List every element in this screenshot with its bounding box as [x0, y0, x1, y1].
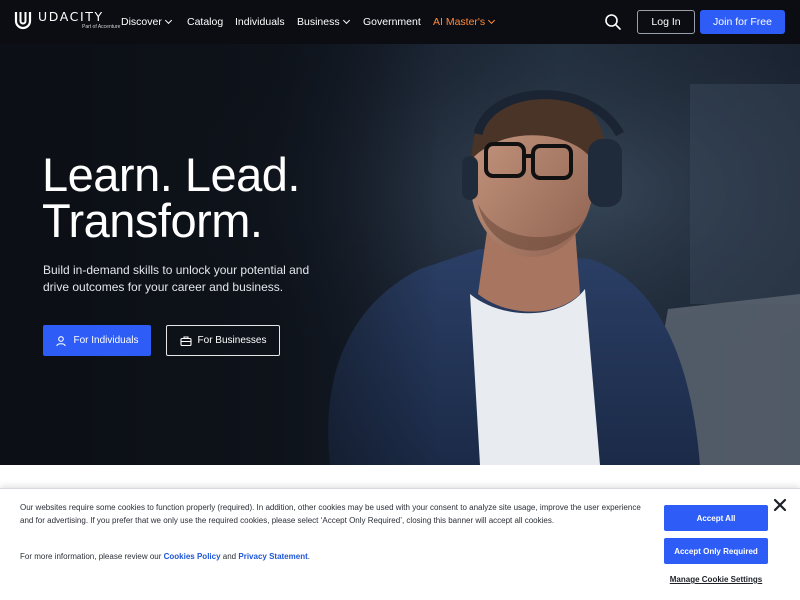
- cookie-and-text: and: [222, 552, 237, 561]
- search-icon[interactable]: [604, 13, 622, 31]
- cookie-period: .: [307, 552, 310, 561]
- nav-catalog[interactable]: Catalog: [187, 0, 223, 44]
- top-nav: UDACITY Part of Accenture Discover Catal…: [0, 0, 800, 44]
- logo-tagline: Part of Accenture: [82, 24, 121, 30]
- cookie-info-line: For more information, please review our …: [20, 551, 310, 563]
- manage-cookie-settings-link[interactable]: Manage Cookie Settings: [664, 575, 768, 584]
- hero-title-line2: Transform.: [42, 194, 263, 247]
- briefcase-icon: [179, 335, 192, 346]
- hero-section: Learn. Lead. Transform. Build in-demand …: [0, 44, 800, 465]
- accept-only-required-button[interactable]: Accept Only Required: [664, 538, 768, 564]
- nav-discover-label: Discover: [121, 16, 162, 28]
- udacity-logo-icon: [14, 12, 32, 30]
- for-individuals-button[interactable]: For Individuals: [43, 325, 151, 356]
- for-businesses-label: For Businesses: [197, 335, 267, 346]
- hero-title: Learn. Lead. Transform.: [42, 148, 300, 247]
- nav-ai-masters-label: AI Master's: [433, 16, 486, 28]
- nav-discover[interactable]: Discover: [121, 0, 172, 44]
- cookie-banner: Our websites require some cookies to fun…: [0, 488, 800, 600]
- chevron-down-icon: [488, 16, 496, 25]
- udacity-logo[interactable]: UDACITY Part of Accenture: [14, 10, 120, 31]
- user-icon: [56, 335, 67, 346]
- nav-catalog-label: Catalog: [187, 16, 224, 28]
- hero-title-line1: Learn. Lead.: [42, 148, 300, 201]
- chevron-down-icon: [164, 16, 172, 25]
- nav-business[interactable]: Business: [297, 0, 350, 44]
- cookies-policy-link[interactable]: Cookies Policy: [164, 552, 221, 561]
- join-for-free-button[interactable]: Join for Free: [700, 10, 785, 34]
- close-icon[interactable]: [772, 497, 788, 513]
- nav-ai-masters[interactable]: AI Master's: [433, 0, 496, 44]
- chevron-down-icon: [342, 16, 350, 25]
- for-businesses-button[interactable]: For Businesses: [166, 325, 280, 356]
- hero-subtitle: Build in-demand skills to unlock your po…: [43, 263, 310, 294]
- nav-individuals-label: Individuals: [235, 16, 285, 28]
- privacy-statement-link[interactable]: Privacy Statement: [238, 552, 307, 561]
- nav-individuals[interactable]: Individuals: [235, 0, 285, 44]
- login-button[interactable]: Log In: [637, 10, 695, 34]
- logo-wordmark: UDACITY: [38, 9, 104, 24]
- hero-image-man-with-headphones: [0, 44, 800, 465]
- nav-government-label: Government: [363, 16, 421, 28]
- cookie-banner-text: Our websites require some cookies to fun…: [20, 503, 641, 525]
- nav-business-label: Business: [297, 16, 340, 28]
- nav-government[interactable]: Government: [363, 0, 421, 44]
- accept-all-button[interactable]: Accept All: [664, 505, 768, 531]
- for-individuals-label: For Individuals: [73, 335, 139, 346]
- cookie-review-text: For more information, please review our: [20, 552, 162, 561]
